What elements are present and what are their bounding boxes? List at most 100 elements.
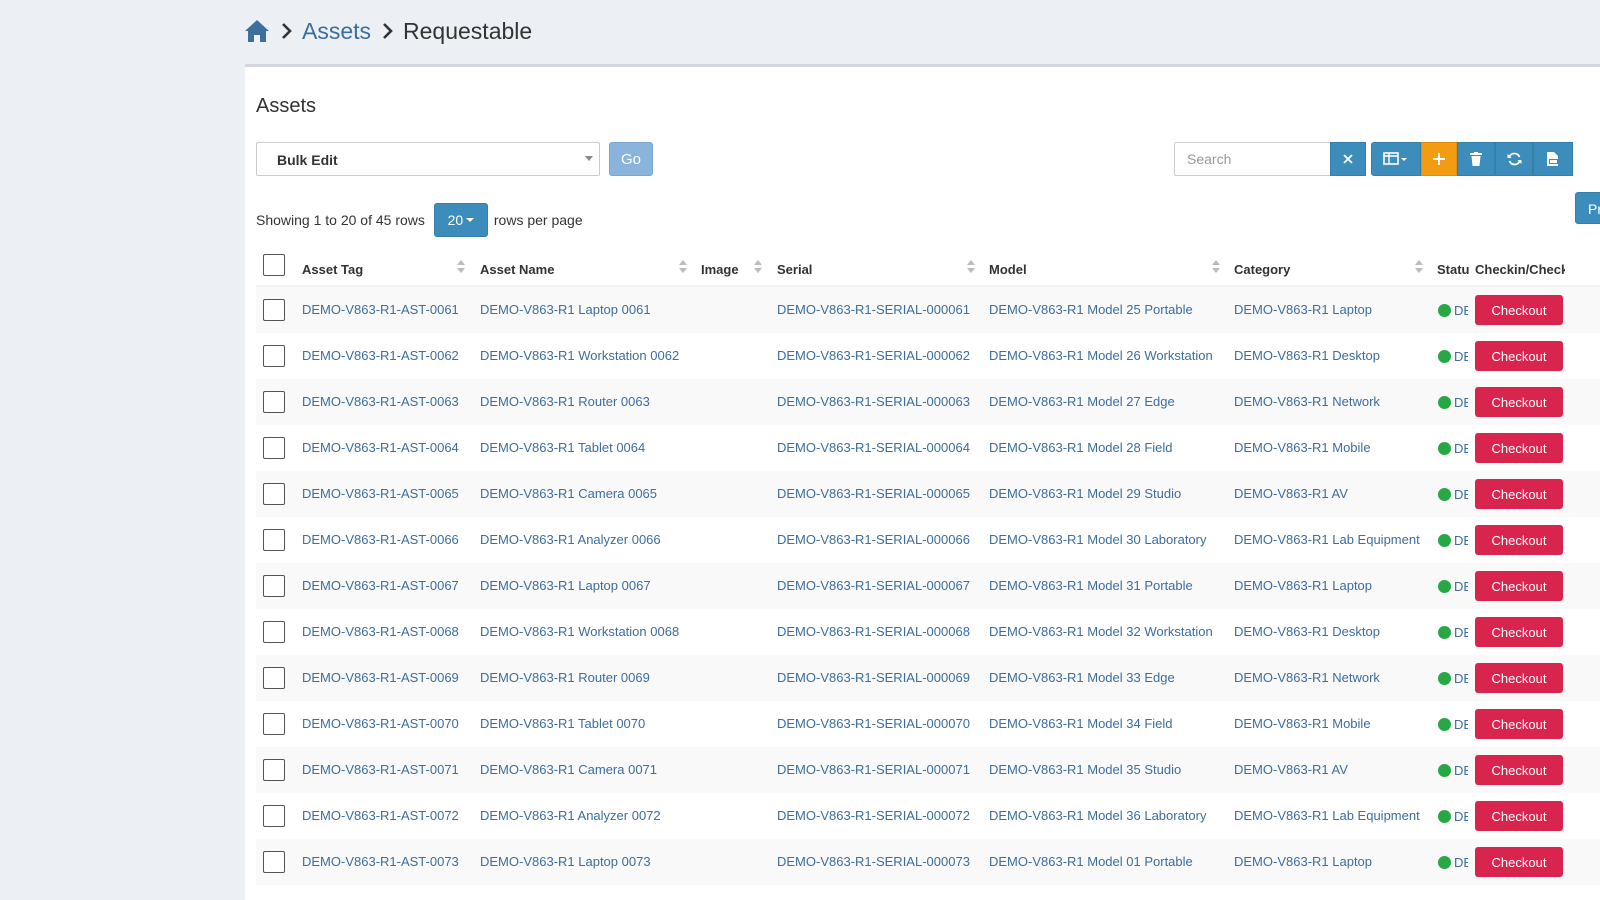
checkout-button[interactable]: Checkout [1475,295,1563,325]
row-checkbox[interactable] [263,805,285,827]
serial-link[interactable]: DEMO-V863-R1-SERIAL-000070 [777,716,970,731]
category-link[interactable]: DEMO-V863-R1 Mobile [1234,716,1371,731]
th-serial[interactable]: Serial [777,262,812,277]
model-link[interactable]: DEMO-V863-R1 Model 25 Portable [989,302,1193,317]
row-checkbox[interactable] [263,575,285,597]
serial-link[interactable]: DEMO-V863-R1-SERIAL-000071 [777,762,970,777]
model-link[interactable]: DEMO-V863-R1 Model 28 Field [989,440,1173,455]
asset-tag-link[interactable]: DEMO-V863-R1-AST-0064 [302,440,459,455]
row-checkbox[interactable] [263,345,285,367]
category-link[interactable]: DEMO-V863-R1 Mobile [1234,440,1371,455]
checkout-button[interactable]: Checkout [1475,341,1563,371]
model-link[interactable]: DEMO-V863-R1 Model 33 Edge [989,670,1175,685]
asset-name-link[interactable]: DEMO-V863-R1 Camera 0065 [480,486,657,501]
export-button[interactable] [1533,142,1573,176]
category-link[interactable]: DEMO-V863-R1 Laptop [1234,854,1372,869]
sort-icon[interactable] [754,260,762,276]
row-checkbox[interactable] [263,759,285,781]
category-link[interactable]: DEMO-V863-R1 AV [1234,486,1348,501]
model-link[interactable]: DEMO-V863-R1 Model 29 Studio [989,486,1181,501]
serial-link[interactable]: DEMO-V863-R1-SERIAL-000066 [777,532,970,547]
category-link[interactable]: DEMO-V863-R1 Laptop [1234,302,1372,317]
serial-link[interactable]: DEMO-V863-R1-SERIAL-000061 [777,302,970,317]
checkout-button[interactable]: Checkout [1475,479,1563,509]
asset-name-link[interactable]: DEMO-V863-R1 Camera 0071 [480,762,657,777]
asset-name-link[interactable]: DEMO-V863-R1 Laptop 0073 [480,854,651,869]
category-link[interactable]: DEMO-V863-R1 Lab Equipment [1234,808,1420,823]
asset-tag-link[interactable]: DEMO-V863-R1-AST-0063 [302,394,459,409]
asset-tag-link[interactable]: DEMO-V863-R1-AST-0069 [302,670,459,685]
asset-name-link[interactable]: DEMO-V863-R1 Analyzer 0066 [480,532,661,547]
print-button[interactable]: Pr [1575,192,1600,224]
th-model[interactable]: Model [989,262,1027,277]
model-link[interactable]: DEMO-V863-R1 Model 34 Field [989,716,1173,731]
row-checkbox[interactable] [263,667,285,689]
serial-link[interactable]: DEMO-V863-R1-SERIAL-000064 [777,440,970,455]
asset-name-link[interactable]: DEMO-V863-R1 Workstation 0068 [480,624,679,639]
asset-tag-link[interactable]: DEMO-V863-R1-AST-0061 [302,302,459,317]
sort-icon[interactable] [967,260,975,276]
asset-name-link[interactable]: DEMO-V863-R1 Tablet 0070 [480,716,645,731]
th-status[interactable]: Statu [1437,262,1473,277]
serial-link[interactable]: DEMO-V863-R1-SERIAL-000067 [777,578,970,593]
columns-button[interactable] [1371,142,1421,176]
breadcrumb-assets-link[interactable]: Assets [302,18,371,45]
asset-tag-link[interactable]: DEMO-V863-R1-AST-0072 [302,808,459,823]
asset-tag-link[interactable]: DEMO-V863-R1-AST-0066 [302,532,459,547]
checkout-button[interactable]: Checkout [1475,847,1563,877]
asset-name-link[interactable]: DEMO-V863-R1 Analyzer 0072 [480,808,661,823]
serial-link[interactable]: DEMO-V863-R1-SERIAL-000063 [777,394,970,409]
asset-name-link[interactable]: DEMO-V863-R1 Router 0063 [480,394,650,409]
model-link[interactable]: DEMO-V863-R1 Model 26 Workstation [989,348,1213,363]
row-checkbox[interactable] [263,437,285,459]
row-checkbox[interactable] [263,621,285,643]
checkout-button[interactable]: Checkout [1475,801,1563,831]
row-checkbox[interactable] [263,851,285,873]
model-link[interactable]: DEMO-V863-R1 Model 32 Workstation [989,624,1213,639]
sort-icon[interactable] [457,260,465,276]
checkout-button[interactable]: Checkout [1475,571,1563,601]
asset-name-link[interactable]: DEMO-V863-R1 Laptop 0067 [480,578,651,593]
checkout-button[interactable]: Checkout [1475,387,1563,417]
category-link[interactable]: DEMO-V863-R1 Laptop [1234,578,1372,593]
checkout-button[interactable]: Checkout [1475,525,1563,555]
serial-link[interactable]: DEMO-V863-R1-SERIAL-000068 [777,624,970,639]
th-asset-name[interactable]: Asset Name [480,262,554,277]
model-link[interactable]: DEMO-V863-R1 Model 01 Portable [989,854,1193,869]
checkout-button[interactable]: Checkout [1475,663,1563,693]
model-link[interactable]: DEMO-V863-R1 Model 31 Portable [989,578,1193,593]
row-checkbox[interactable] [263,391,285,413]
asset-tag-link[interactable]: DEMO-V863-R1-AST-0067 [302,578,459,593]
home-icon[interactable] [244,18,270,44]
bulk-edit-select[interactable]: Bulk Edit [256,142,600,176]
asset-tag-link[interactable]: DEMO-V863-R1-AST-0068 [302,624,459,639]
sort-icon[interactable] [1415,260,1423,276]
category-link[interactable]: DEMO-V863-R1 AV [1234,762,1348,777]
go-button[interactable]: Go [609,142,653,176]
checkout-button[interactable]: Checkout [1475,617,1563,647]
add-button[interactable] [1421,142,1457,176]
row-checkbox[interactable] [263,299,285,321]
sort-icon[interactable] [1212,260,1220,276]
asset-tag-link[interactable]: DEMO-V863-R1-AST-0073 [302,854,459,869]
rows-per-page-button[interactable]: 20 [433,203,488,237]
model-link[interactable]: DEMO-V863-R1 Model 30 Laboratory [989,532,1207,547]
category-link[interactable]: DEMO-V863-R1 Desktop [1234,624,1380,639]
model-link[interactable]: DEMO-V863-R1 Model 35 Studio [989,762,1181,777]
model-link[interactable]: DEMO-V863-R1 Model 36 Laboratory [989,808,1207,823]
th-asset-tag[interactable]: Asset Tag [302,262,363,277]
asset-tag-link[interactable]: DEMO-V863-R1-AST-0071 [302,762,459,777]
category-link[interactable]: DEMO-V863-R1 Desktop [1234,348,1380,363]
category-link[interactable]: DEMO-V863-R1 Lab Equipment [1234,532,1420,547]
th-image[interactable]: Image [701,262,739,277]
serial-link[interactable]: DEMO-V863-R1-SERIAL-000072 [777,808,970,823]
checkout-button[interactable]: Checkout [1475,709,1563,739]
category-link[interactable]: DEMO-V863-R1 Network [1234,670,1380,685]
asset-tag-link[interactable]: DEMO-V863-R1-AST-0065 [302,486,459,501]
serial-link[interactable]: DEMO-V863-R1-SERIAL-000062 [777,348,970,363]
asset-name-link[interactable]: DEMO-V863-R1 Workstation 0062 [480,348,679,363]
sort-icon[interactable] [679,260,687,276]
search-input[interactable] [1174,142,1354,176]
asset-name-link[interactable]: DEMO-V863-R1 Laptop 0061 [480,302,651,317]
delete-button[interactable] [1457,142,1495,176]
